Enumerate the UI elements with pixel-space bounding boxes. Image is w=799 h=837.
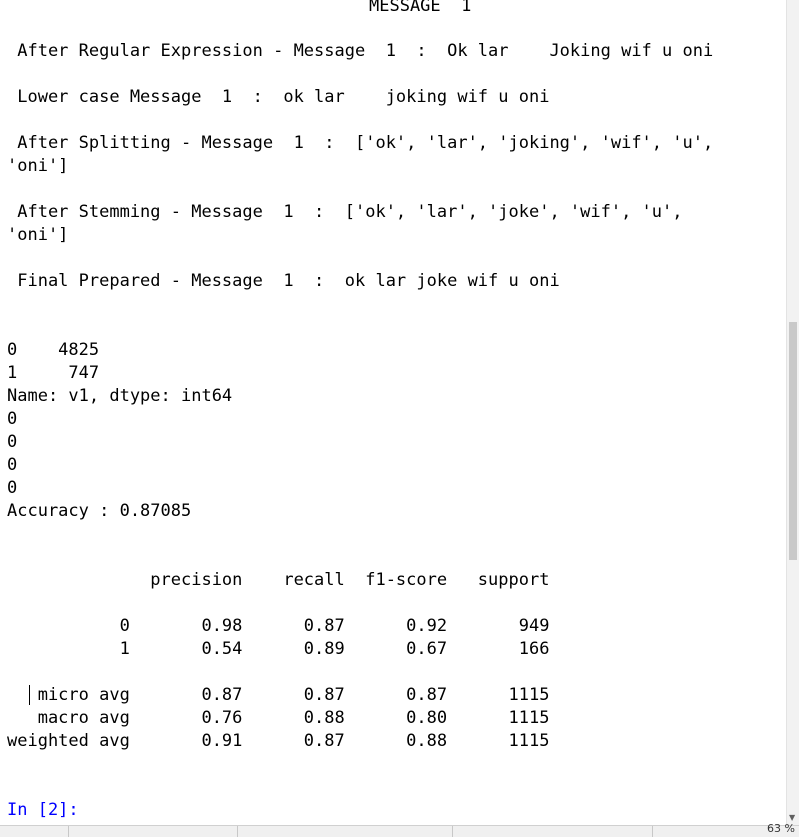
stem-line: After Stemming - Message 1 : ['ok', 'lar…: [7, 202, 683, 222]
report-row: macro avg 0.76 0.88 0.80 1115: [7, 708, 550, 728]
report-row: 1 0.54 0.89 0.67 166: [7, 639, 550, 659]
input-prompt[interactable]: In [2]:: [7, 799, 79, 822]
split-line: After Splitting - Message 1 : ['ok', 'la…: [7, 133, 714, 153]
zero-output: 0: [7, 432, 18, 452]
status-divider: [68, 826, 69, 837]
scrollbar-thumb[interactable]: [789, 322, 797, 560]
value-count-dtype: Name: v1, dtype: int64: [7, 386, 233, 406]
lowercase-line: Lower case Message 1 : ok lar joking wif…: [7, 87, 550, 107]
status-divider: [452, 826, 453, 837]
scroll-down-arrow-icon[interactable]: ▼: [789, 813, 795, 822]
zoom-level: 63 %: [767, 822, 795, 835]
report-header: precision recall f1-score support: [7, 570, 550, 590]
value-count-row: 0 4825: [7, 340, 100, 360]
status-divider: [237, 826, 238, 837]
stem-line-cont: 'oni']: [7, 225, 69, 245]
split-line-cont: 'oni']: [7, 156, 69, 176]
report-row: weighted avg 0.91 0.87 0.88 1115: [7, 731, 550, 751]
console-output[interactable]: MESSAGE 1 After Regular Expression - Mes…: [0, 0, 787, 826]
zero-output: 0: [7, 409, 18, 429]
value-count-row: 1 747: [7, 363, 100, 383]
message-header: MESSAGE 1: [369, 0, 472, 16]
zero-output: 0: [7, 478, 18, 498]
text-cursor: [29, 685, 30, 705]
status-divider: [652, 826, 653, 837]
accuracy-line: Accuracy : 0.87085: [7, 501, 192, 521]
zero-output: 0: [7, 455, 18, 475]
final-prepared-line: Final Prepared - Message 1 : ok lar joke…: [7, 271, 560, 291]
report-row: 0 0.98 0.87 0.92 949: [7, 616, 550, 636]
vertical-scrollbar[interactable]: ▼: [786, 0, 799, 826]
status-bar: 63 %: [0, 822, 799, 837]
regex-line: After Regular Expression - Message 1 : O…: [7, 41, 714, 61]
report-row: micro avg 0.87 0.87 0.87 1115: [7, 685, 550, 705]
